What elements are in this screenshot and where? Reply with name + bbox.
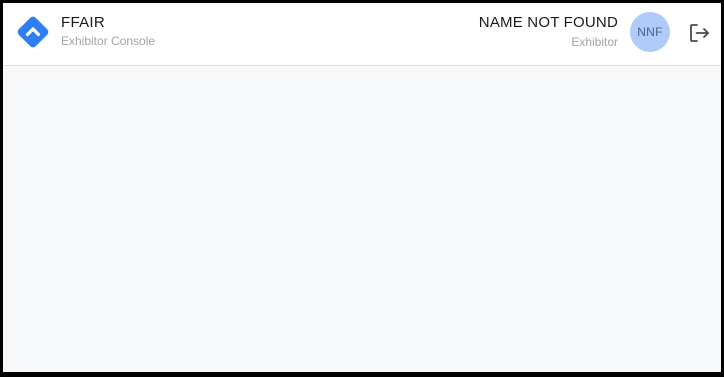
user-name: NAME NOT FOUND xyxy=(478,14,618,31)
logout-icon[interactable] xyxy=(687,21,711,45)
diamond-logo-icon[interactable] xyxy=(16,15,50,49)
app-subtitle: Exhibitor Console xyxy=(61,34,156,48)
app-window: FFAIR Exhibitor Console NAME NOT FOUND E… xyxy=(3,3,721,372)
brand: FFAIR Exhibitor Console xyxy=(61,14,155,49)
user-info: NAME NOT FOUND Exhibitor xyxy=(479,14,618,50)
avatar[interactable]: NNF xyxy=(630,12,670,52)
main-content xyxy=(3,66,721,372)
user-role: Exhibitor xyxy=(571,35,618,49)
top-bar: FFAIR Exhibitor Console NAME NOT FOUND E… xyxy=(3,3,721,66)
app-name: FFAIR xyxy=(61,14,106,31)
